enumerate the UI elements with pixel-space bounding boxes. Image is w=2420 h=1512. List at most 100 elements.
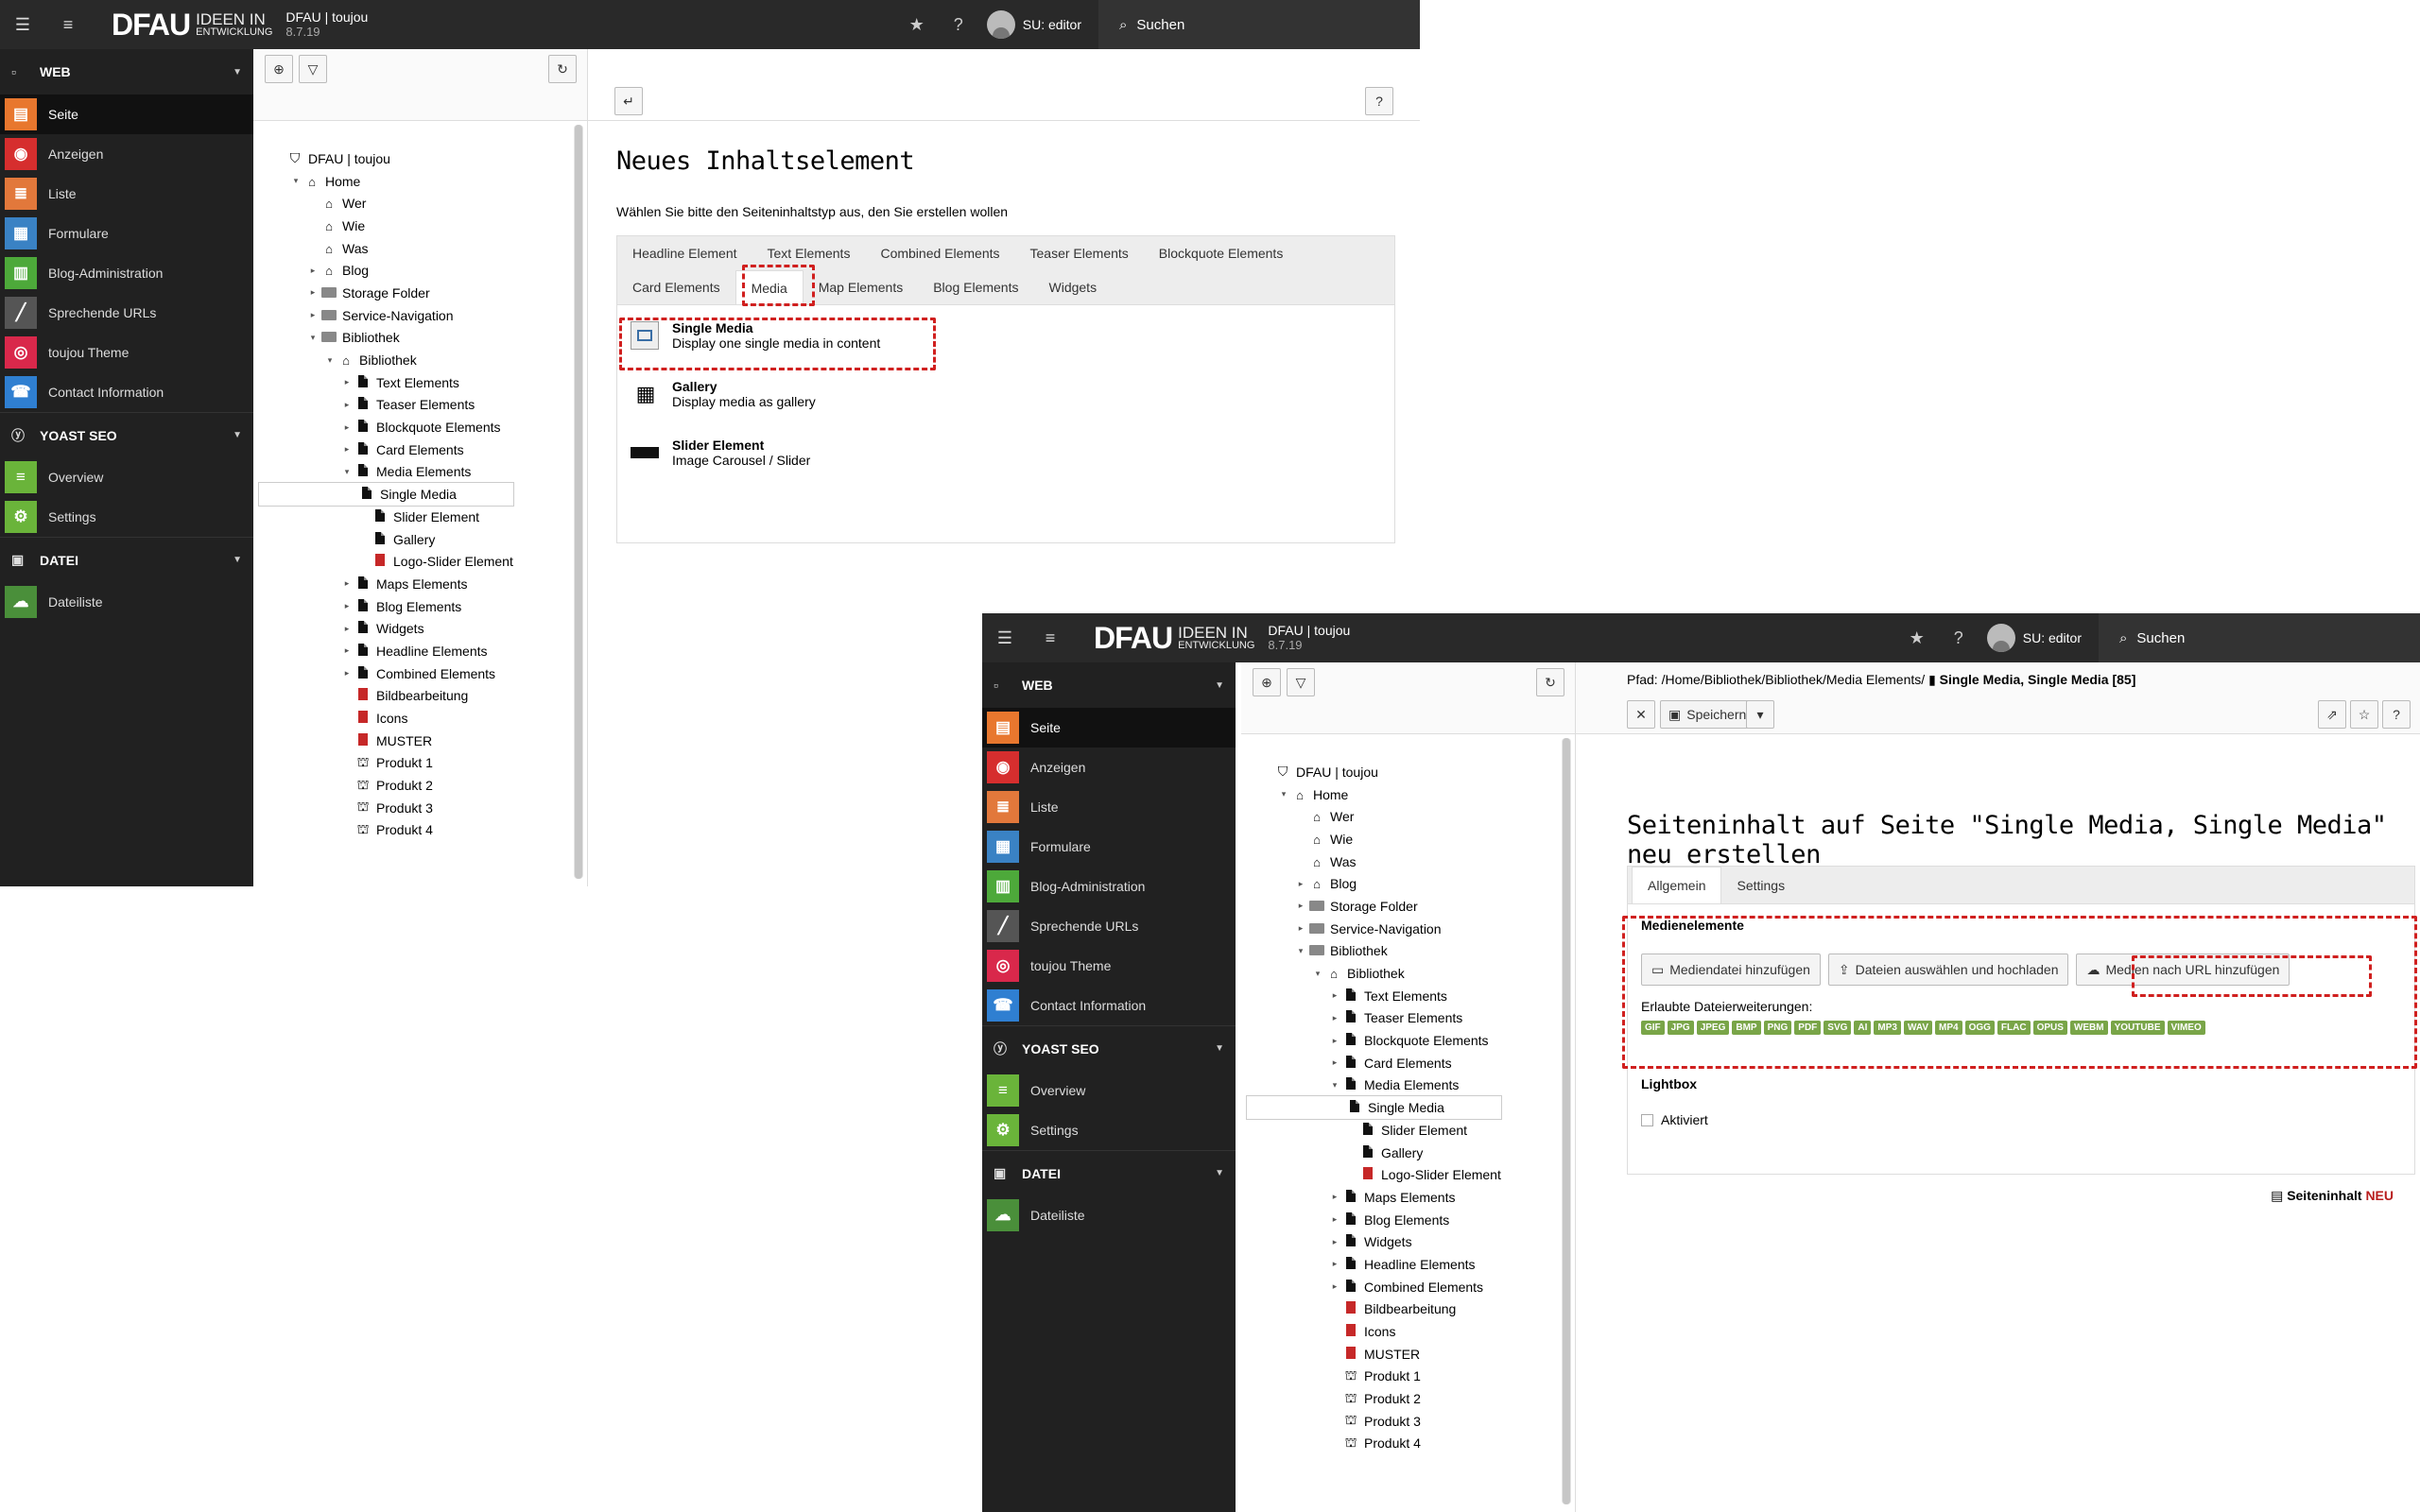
tree-node[interactable]: ▸ Blog Elements xyxy=(272,595,513,618)
user-menu[interactable]: SU: editor xyxy=(1979,624,2099,652)
module-group-datei[interactable]: ▣ DATEI ▼ xyxy=(982,1150,1236,1195)
module-anzeigen[interactable]: ◉ Anzeigen xyxy=(982,747,1236,787)
tree-node[interactable]: Slider Element xyxy=(272,506,513,528)
tree-node[interactable]: ⌂ Wer xyxy=(272,192,513,215)
open-new-window-icon[interactable]: ⇗ xyxy=(2318,700,2346,729)
tree-node[interactable]: ▸ Widgets xyxy=(272,617,513,640)
module-theme[interactable]: ◎ toujou Theme xyxy=(0,333,253,372)
tab-settings[interactable]: Settings xyxy=(1721,867,1800,903)
collapse-icon[interactable]: ▾ xyxy=(340,467,354,477)
module-contact[interactable]: ☎ Contact Information xyxy=(0,372,253,412)
tab-blog[interactable]: Blog Elements xyxy=(918,270,1033,304)
module-seite[interactable]: ▤ Seite xyxy=(982,708,1236,747)
module-anzeigen[interactable]: ◉ Anzeigen xyxy=(0,134,253,174)
tree-node[interactable]: ▸ Headline Elements xyxy=(272,640,513,662)
tree-node[interactable]: ▸ Blockquote Elements xyxy=(272,416,513,438)
tree-node[interactable]: ▾ Media Elements xyxy=(1260,1074,1501,1097)
tree-node[interactable]: ▸ Teaser Elements xyxy=(1260,1007,1501,1030)
tree-node[interactable]: Icons xyxy=(1260,1320,1501,1343)
tree-node[interactable]: ⌂ Was xyxy=(272,237,513,260)
module-dateiliste[interactable]: ☁ Dateiliste xyxy=(982,1195,1236,1235)
expand-icon[interactable]: ▸ xyxy=(340,578,354,589)
expand-icon[interactable]: ▸ xyxy=(1328,1013,1341,1023)
bookmark-star-icon[interactable]: ★ xyxy=(896,0,938,49)
tree-node[interactable]: ▾ Bibliothek xyxy=(1260,940,1501,963)
tree-node[interactable]: ⛫ Produkt 3 xyxy=(1260,1410,1501,1433)
tab-card[interactable]: Card Elements xyxy=(617,270,735,304)
tree-node[interactable]: MUSTER xyxy=(1260,1343,1501,1366)
save-button[interactable]: ▣ Speichern xyxy=(1660,700,1755,729)
tree-node[interactable]: Bildbearbeitung xyxy=(1260,1298,1501,1321)
tree-node[interactable]: ⛫ Produkt 4 xyxy=(1260,1433,1501,1455)
expand-icon[interactable]: ▸ xyxy=(340,624,354,634)
tree-node[interactable]: ▾ ⌂ Home xyxy=(1260,783,1501,806)
module-urls[interactable]: ╱ Sprechende URLs xyxy=(0,293,253,333)
tree-node[interactable]: ▸ Text Elements xyxy=(272,371,513,394)
search-button[interactable]: ⌕ Suchen xyxy=(1098,0,1420,49)
module-blog[interactable]: ▥ Blog-Administration xyxy=(0,253,253,293)
tree-node[interactable]: ▸ Maps Elements xyxy=(1260,1186,1501,1209)
tree-node[interactable]: ▸ Storage Folder xyxy=(272,282,513,304)
user-menu[interactable]: SU: editor xyxy=(979,10,1098,39)
element-slider[interactable]: Slider Element Image Carousel / Slider xyxy=(617,430,1394,475)
tree-node[interactable]: ▸ Headline Elements xyxy=(1260,1253,1501,1276)
expand-icon[interactable]: ▸ xyxy=(1328,1281,1341,1292)
module-dateiliste[interactable]: ☁ Dateiliste xyxy=(0,582,253,622)
tree-node[interactable]: ⛫ Produkt 1 xyxy=(1260,1366,1501,1388)
collapse-icon[interactable]: ▾ xyxy=(289,176,302,186)
collapse-icon[interactable]: ▾ xyxy=(306,333,320,343)
tree-node[interactable]: ⛫ Produkt 2 xyxy=(1260,1387,1501,1410)
tree-root[interactable]: ⛉ DFAU | toujou xyxy=(1260,761,1501,783)
tree-node[interactable]: ▾ ⌂ Bibliothek xyxy=(272,349,513,371)
help-icon[interactable]: ? xyxy=(938,0,979,49)
collapse-icon[interactable]: ▾ xyxy=(1328,1080,1341,1091)
expand-icon[interactable]: ▸ xyxy=(306,266,320,276)
tree-node[interactable]: ⛫ Produkt 4 xyxy=(272,819,513,842)
expand-icon[interactable]: ▸ xyxy=(340,377,354,387)
expand-icon[interactable]: ▸ xyxy=(1294,923,1307,934)
module-yoast-overview[interactable]: ≡ Overview xyxy=(0,457,253,497)
lightbox-checkbox[interactable]: Aktiviert xyxy=(1641,1112,2401,1127)
tab-blockquote[interactable]: Blockquote Elements xyxy=(1144,236,1299,270)
tree-node[interactable]: ▸ Service-Navigation xyxy=(272,304,513,327)
expand-icon[interactable]: ▸ xyxy=(1294,879,1307,889)
tree-node[interactable]: Gallery xyxy=(272,528,513,551)
save-options-dropdown[interactable]: ▾ xyxy=(1746,700,1774,729)
tree-node[interactable]: Logo-Slider Element xyxy=(1260,1163,1501,1186)
collapse-icon[interactable]: ▾ xyxy=(323,355,337,366)
tree-node[interactable]: ▸ Storage Folder xyxy=(1260,895,1501,918)
expand-icon[interactable]: ▸ xyxy=(340,400,354,410)
module-yoast-settings[interactable]: ⚙ Settings xyxy=(0,497,253,537)
tree-node[interactable]: Icons xyxy=(272,707,513,730)
tree-node[interactable]: ▾ Bibliothek xyxy=(272,327,513,350)
tree-scrollbar[interactable] xyxy=(1562,738,1571,1504)
tree-node[interactable]: Single Media xyxy=(1246,1095,1502,1120)
tree-node[interactable]: MUSTER xyxy=(272,730,513,752)
tree-node[interactable]: ▸ ⌂ Blog xyxy=(272,259,513,282)
tree-node[interactable]: ▸ Combined Elements xyxy=(1260,1276,1501,1298)
search-button[interactable]: ⌕ Suchen xyxy=(2099,613,2420,662)
tree-node[interactable]: ⌂ Wer xyxy=(1260,805,1501,828)
tree-toggle-icon[interactable]: ≡ xyxy=(45,0,91,49)
expand-icon[interactable]: ▸ xyxy=(1328,1237,1341,1247)
tab-allgemein[interactable]: Allgemein xyxy=(1632,867,1722,903)
tree-node[interactable]: Slider Element xyxy=(1260,1119,1501,1142)
tree-node[interactable]: ▸ Service-Navigation xyxy=(1260,918,1501,940)
module-yoast-settings[interactable]: ⚙ Settings xyxy=(982,1110,1236,1150)
new-page-button[interactable]: ⊕ xyxy=(265,55,293,83)
expand-icon[interactable]: ▸ xyxy=(340,645,354,656)
tree-node[interactable]: ▸ Card Elements xyxy=(1260,1052,1501,1074)
filter-icon[interactable]: ▽ xyxy=(1287,668,1315,696)
tree-node[interactable]: ⛫ Produkt 1 xyxy=(272,752,513,775)
close-button[interactable]: ✕ xyxy=(1627,700,1655,729)
tree-node[interactable]: ▾ Media Elements xyxy=(272,461,513,484)
tree-node[interactable]: ▸ Teaser Elements xyxy=(272,394,513,417)
module-group-datei[interactable]: ▣ DATEI ▼ xyxy=(0,537,253,582)
expand-icon[interactable]: ▸ xyxy=(340,668,354,679)
module-liste[interactable]: ≣ Liste xyxy=(982,787,1236,827)
module-group-web[interactable]: ▫ WEB ▼ xyxy=(0,49,253,94)
filter-icon[interactable]: ▽ xyxy=(299,55,327,83)
tree-node[interactable]: ⌂ Wie xyxy=(272,215,513,237)
module-theme[interactable]: ◎ toujou Theme xyxy=(982,946,1236,986)
expand-icon[interactable]: ▸ xyxy=(1328,1036,1341,1046)
